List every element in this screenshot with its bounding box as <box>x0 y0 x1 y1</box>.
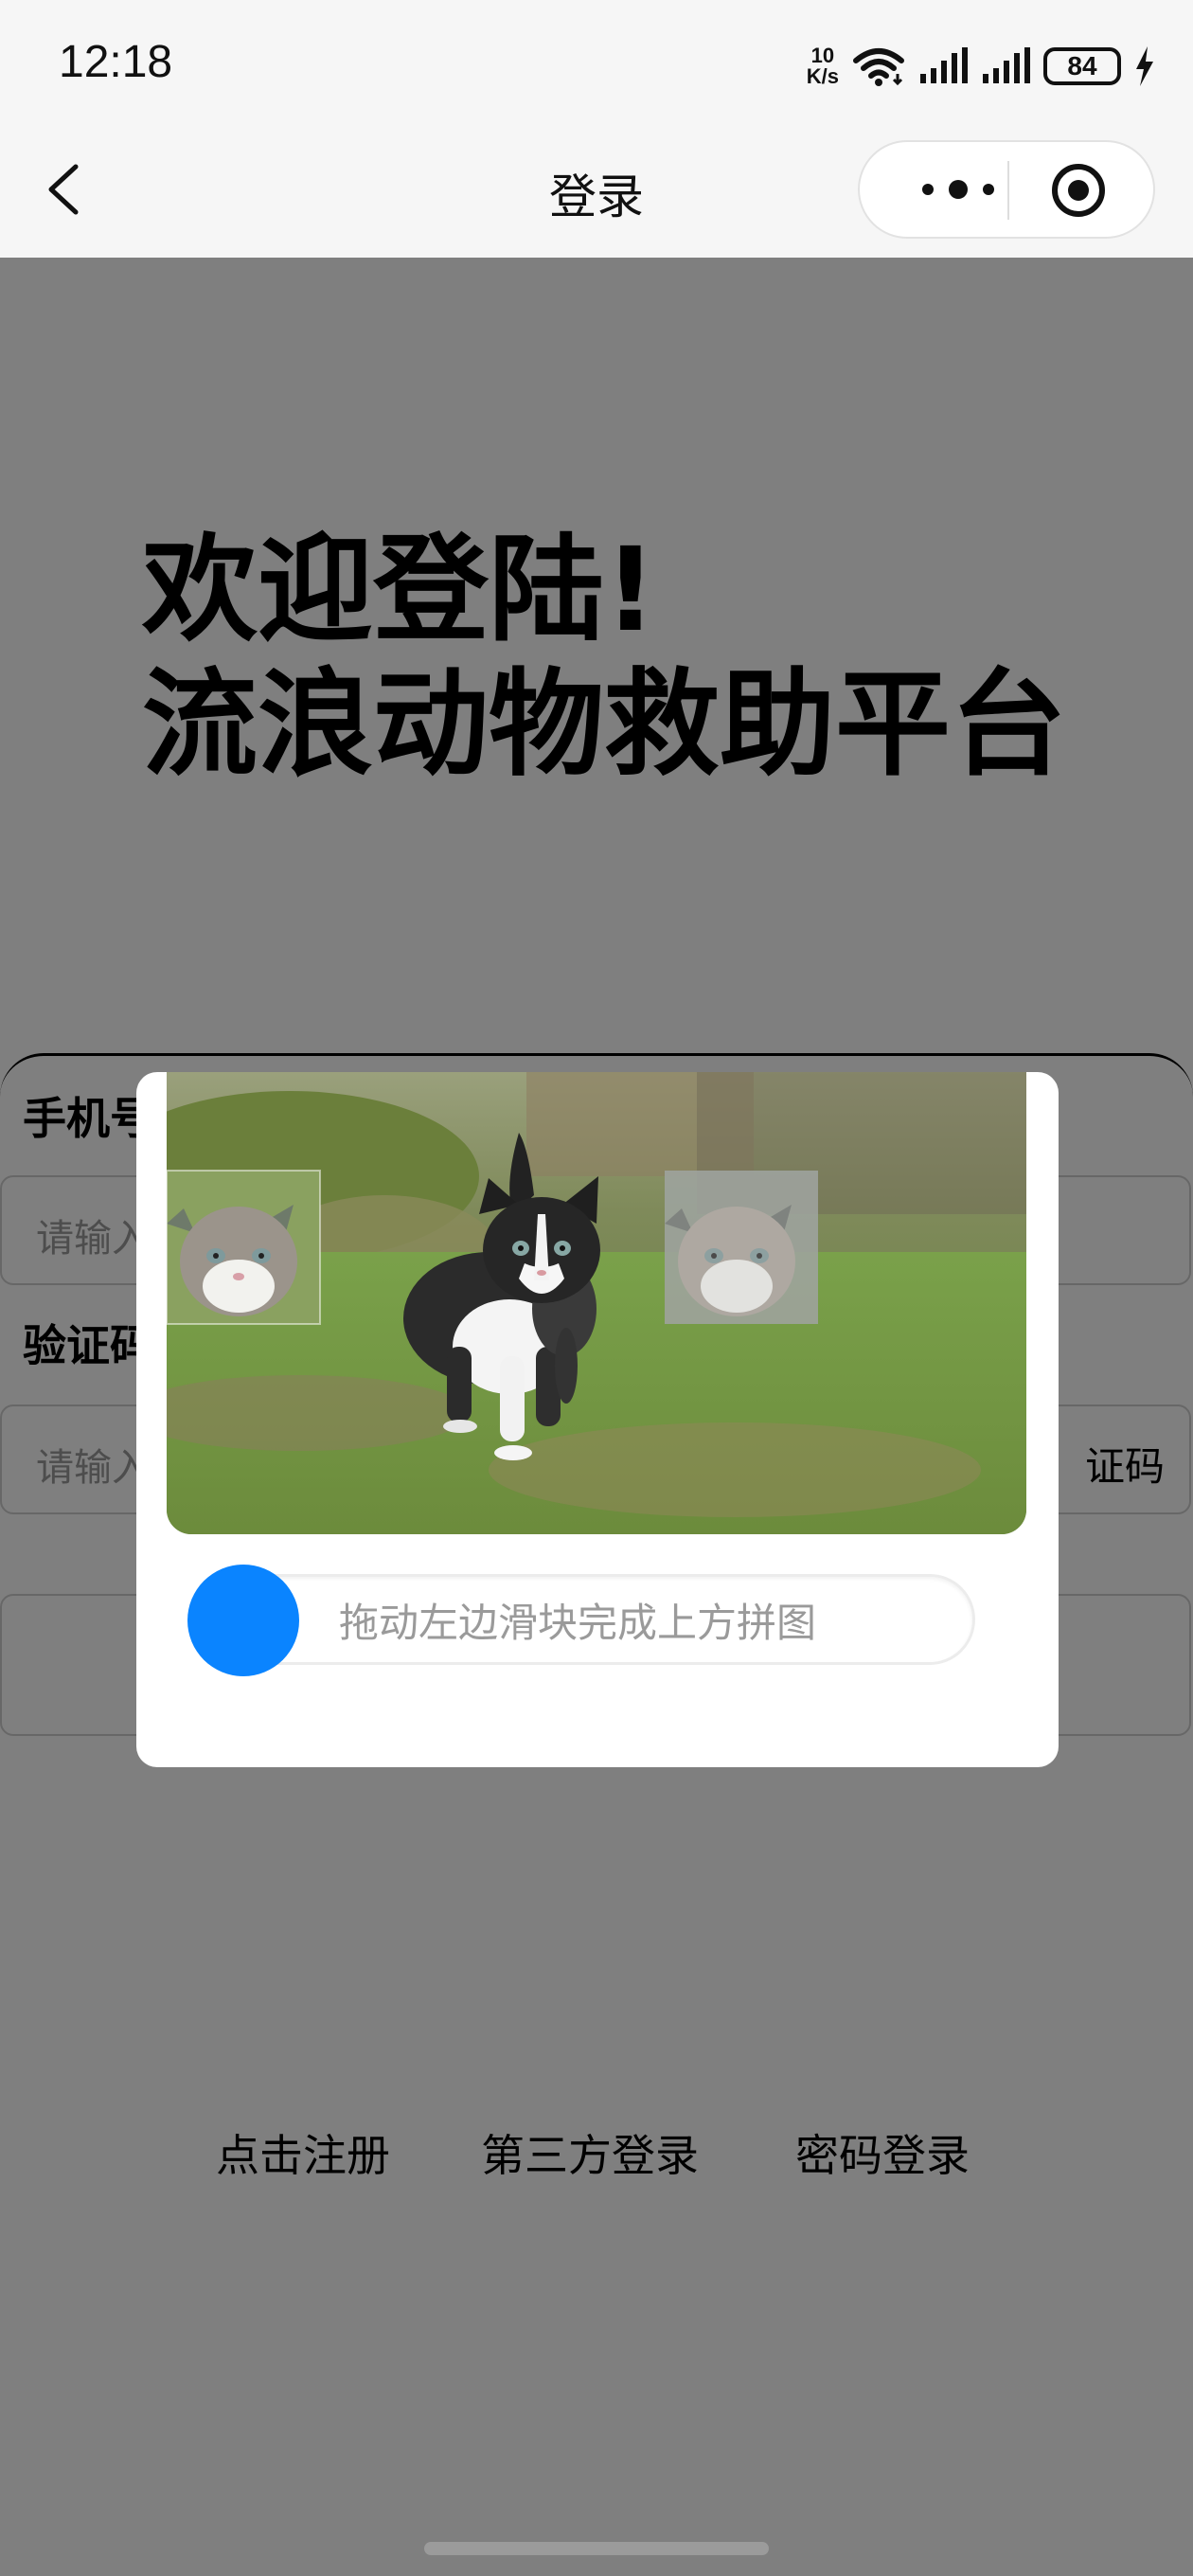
home-indicator[interactable] <box>424 2542 769 2555</box>
puzzle-slot <box>665 1171 818 1324</box>
nav-bar: 登录 <box>0 133 1193 258</box>
network-speed-value: 10 <box>810 44 835 67</box>
more-dots-icon[interactable] <box>911 170 1006 208</box>
captcha-slider-hint: 拖动左边滑块完成上方拼图 <box>339 1600 817 1646</box>
charging-icon <box>1136 46 1153 86</box>
status-icons: 10 K/s 84 <box>807 44 1155 89</box>
target-circle-icon[interactable] <box>1049 161 1108 220</box>
network-speed-unit: K/s <box>806 64 839 88</box>
puzzle-piece[interactable] <box>167 1170 321 1325</box>
signal-icon <box>920 47 968 83</box>
capsule-divider <box>1007 161 1009 220</box>
captcha-dialog: 拖动左边滑块完成上方拼图 <box>136 1072 1059 1767</box>
network-speed: 10 K/s <box>807 45 839 87</box>
kitten-photo <box>167 1072 1026 1534</box>
status-time: 12:18 <box>59 37 173 87</box>
battery-icon: 84 <box>1043 47 1121 85</box>
wifi-icon <box>853 48 904 86</box>
status-bar: 12:18 10 K/s 84 <box>0 0 1193 133</box>
captcha-slider-handle[interactable] <box>187 1565 299 1676</box>
signal-icon <box>983 47 1030 83</box>
mini-program-capsule <box>858 140 1155 239</box>
